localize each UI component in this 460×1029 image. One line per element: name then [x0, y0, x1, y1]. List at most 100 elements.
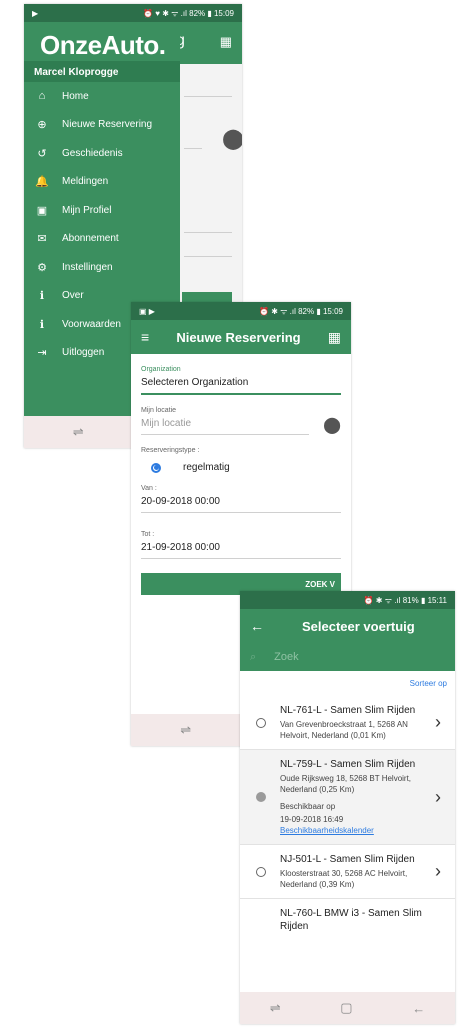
- user-name: Marcel Kloprogge: [24, 61, 180, 82]
- app-bar: ← Selecteer voertuig: [240, 609, 455, 643]
- organization-label: Organization: [141, 366, 181, 373]
- profile-card-icon: ▣: [36, 204, 48, 217]
- info-icon: ℹ: [39, 290, 45, 303]
- reservation-type-option[interactable]: regelmatig: [183, 462, 230, 473]
- drawer-item-label: Geschiedenis: [62, 147, 123, 159]
- chevron-right-icon[interactable]: ›: [429, 853, 447, 890]
- logout-icon: ⇥: [37, 347, 47, 360]
- vehicle-title: NL-761-L - Samen Slim Rijden: [280, 705, 416, 716]
- system-nav-bar: ⇌ ▢ ←: [240, 992, 455, 1024]
- status-bar: ▶ ⏰ ♥ ✱ ᯤ .ıl 82% ▮ 15:09: [24, 4, 242, 22]
- status-bar: ⏰ ✱ ᯤ .ıl 81% ▮ 15:11: [240, 591, 455, 609]
- back-nav-icon[interactable]: ←: [412, 1001, 425, 1016]
- drawer-item-label: Nieuwe Reservering: [62, 119, 153, 131]
- radio-circle: [256, 717, 266, 728]
- home-nav-icon[interactable]: ▢: [340, 1000, 352, 1016]
- gear-icon: ⚙: [37, 261, 47, 274]
- search-icon: ⌕: [250, 650, 257, 663]
- chevron-right-icon[interactable]: ›: [429, 758, 447, 836]
- vehicle-address: Van Grevenbroeckstraat 1, 5268 AN Helvoi…: [280, 720, 408, 740]
- back-arrow-icon[interactable]: ←: [250, 618, 264, 634]
- location-pin-icon[interactable]: ⬤: [323, 415, 341, 435]
- recent-apps-icon[interactable]: ⇌: [270, 1000, 281, 1016]
- drawer-item-label: Instellingen: [62, 261, 113, 273]
- background-divider: [184, 148, 202, 149]
- screen-select-vehicle: ⏰ ✱ ᯤ .ıl 81% ▮ 15:11 ← Selecteer voertu…: [240, 591, 455, 1024]
- drawer-item[interactable]: ↺ Geschiedenis: [24, 139, 180, 168]
- status-left: ▣ ▶: [139, 306, 155, 316]
- reservation-form: Organization Selecteren Organization Mij…: [131, 366, 351, 559]
- vehicle-availability-date: 19-09-2018 16:49: [280, 815, 344, 824]
- drawer-item[interactable]: ▣ Mijn Profiel: [24, 196, 180, 225]
- status-bar: ▣ ▶ ⏰ ✱ ᯤ .ıl 82% ▮ 15:09: [131, 302, 351, 320]
- drawer-item[interactable]: ⚙ Instellingen: [24, 253, 180, 282]
- drawer-item[interactable]: 🔔 Meldingen: [24, 168, 180, 197]
- radio-circle: [256, 866, 266, 877]
- vehicle-info: NL-760-L BMW i3 - Samen Slim Rijden: [280, 907, 447, 933]
- from-date-field[interactable]: 20-09-2018 00:00: [141, 492, 341, 513]
- page-title: Nieuwe Reservering: [176, 329, 301, 345]
- vehicle-row[interactable]: NJ-501-L - Samen Slim Rijden Kloosterstra…: [240, 845, 455, 899]
- vehicle-availability: Beschikbaar op: [280, 802, 336, 811]
- page-title: Selecteer voertuig: [302, 618, 415, 634]
- background-divider: [184, 232, 232, 233]
- availability-calendar-link[interactable]: Beschikbaarheidskalender: [280, 825, 429, 836]
- drawer-item-label: Voorwaarden: [62, 318, 121, 330]
- drawer-item-label: Over: [62, 290, 84, 302]
- to-label: Tot :: [141, 531, 155, 538]
- app-logo: OnzeAuto.: [40, 30, 166, 60]
- mail-icon: ✉: [37, 233, 47, 246]
- drawer-item-label: Abonnement: [62, 233, 119, 245]
- location-input[interactable]: Mijn locatie: [141, 414, 310, 435]
- search-bar: ⌕ Zoek: [240, 643, 455, 671]
- vehicle-info: NJ-501-L - Samen Slim Rijden Kloosterstra…: [280, 853, 429, 890]
- calendar-icon[interactable]: ▦: [220, 34, 232, 50]
- vehicle-radio[interactable]: [256, 758, 268, 836]
- reservation-type-label: Reserveringstype :: [141, 447, 200, 454]
- location-pin-icon: ⬤: [222, 128, 242, 150]
- organization-select[interactable]: Selecteren Organization: [141, 373, 341, 395]
- vehicle-row[interactable]: NL-760-L BMW i3 - Samen Slim Rijden: [240, 899, 455, 941]
- drawer-item-label: Meldingen: [62, 176, 109, 188]
- vehicle-info: NL-761-L - Samen Slim Rijden Van Grevenbr…: [280, 704, 429, 741]
- drawer-item[interactable]: ⌂ Home: [24, 82, 180, 111]
- vehicle-title: NJ-501-L - Samen Slim Rijden: [280, 854, 415, 865]
- vehicle-address: Kloosterstraat 30, 5268 AC Helvoirt, Ned…: [280, 869, 408, 889]
- app-bar: ≡ Nieuwe Reservering ▦: [131, 320, 351, 354]
- recent-apps-icon[interactable]: ⇌: [73, 424, 84, 440]
- plus-circle-icon: ⊕: [37, 119, 47, 132]
- vehicle-list: NL-761-L - Samen Slim Rijden Van Grevenbr…: [240, 696, 455, 941]
- search-input[interactable]: Zoek: [274, 651, 298, 663]
- location-label: Mijn locatie: [141, 407, 177, 414]
- from-label: Van :: [141, 485, 157, 492]
- hamburger-menu-icon[interactable]: ≡: [141, 329, 149, 345]
- drawer-item-label: Mijn Profiel: [62, 204, 112, 216]
- radio-circle: [256, 792, 266, 802]
- chevron-right-icon[interactable]: ›: [429, 704, 447, 741]
- vehicle-info: NL-759-L - Samen Slim Rijden Oude Rijkswe…: [280, 758, 429, 836]
- vehicle-radio[interactable]: [256, 853, 268, 890]
- vehicle-title: NL-759-L - Samen Slim Rijden: [280, 759, 416, 770]
- vehicle-address: Oude Rijksweg 18, 5268 BT Helvoirt, Nede…: [280, 774, 412, 794]
- vehicle-radio[interactable]: [256, 704, 268, 741]
- vehicle-row[interactable]: NL-759-L - Samen Slim Rijden Oude Rijkswe…: [240, 750, 455, 845]
- vehicle-row[interactable]: NL-761-L - Samen Slim Rijden Van Grevenbr…: [240, 696, 455, 750]
- drawer-item-label: Uitloggen: [62, 347, 105, 359]
- drawer-item[interactable]: ⊕ Nieuwe Reservering: [24, 111, 180, 140]
- calendar-icon[interactable]: ▦: [328, 329, 341, 346]
- status-left: ▶: [32, 8, 39, 18]
- vehicle-title: NL-760-L BMW i3 - Samen Slim Rijden: [280, 908, 422, 932]
- vehicle-radio[interactable]: [256, 907, 268, 933]
- info-icon: ℹ: [39, 318, 45, 331]
- bell-icon: 🔔: [35, 176, 49, 189]
- drawer-item-label: Home: [62, 90, 89, 102]
- radio-button[interactable]: [151, 462, 161, 473]
- status-right: ⏰ ♥ ✱ ᯤ .ıl 82% ▮ 15:09: [143, 8, 234, 18]
- background-divider: [184, 256, 232, 257]
- history-icon: ↺: [37, 147, 47, 160]
- recent-apps-icon[interactable]: ⇌: [180, 722, 191, 738]
- drawer-item[interactable]: ✉ Abonnement: [24, 225, 180, 254]
- to-date-field[interactable]: 21-09-2018 00:00: [141, 538, 341, 559]
- sort-link[interactable]: Sorteer op: [240, 671, 455, 696]
- home-icon: ⌂: [38, 90, 46, 103]
